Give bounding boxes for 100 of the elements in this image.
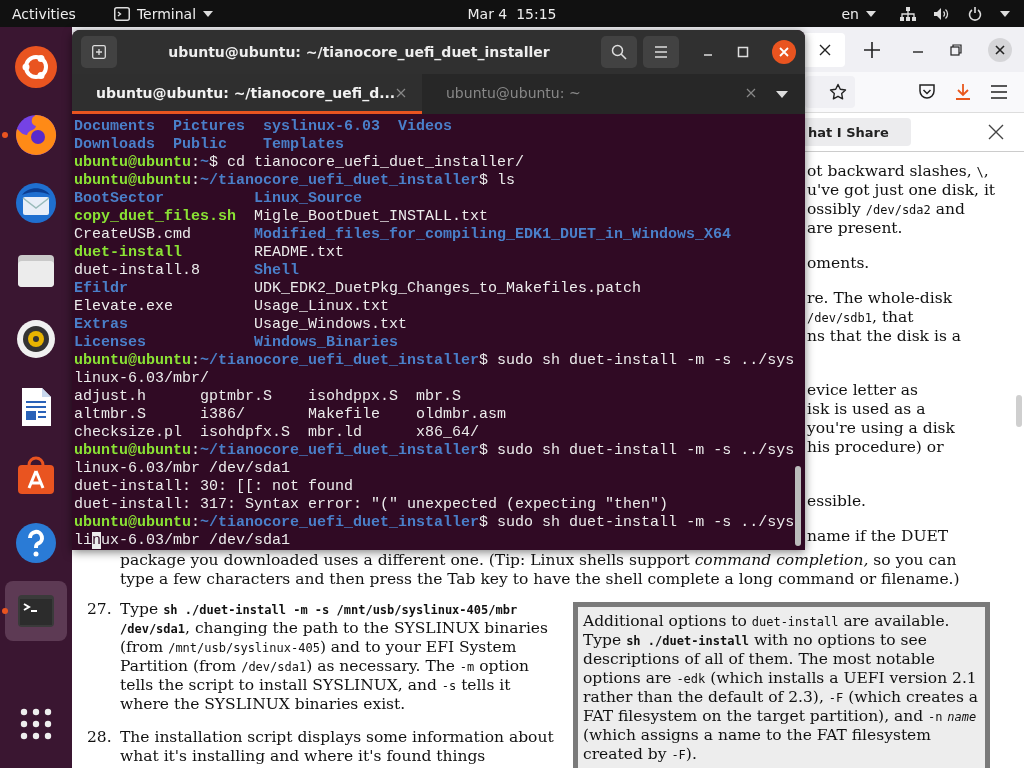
file-name: Licenses — [74, 334, 146, 351]
app-menu[interactable]: Terminal — [107, 5, 220, 22]
file-name: syslinux-6.03 — [263, 118, 381, 135]
file-name: Pictures — [173, 118, 246, 135]
file-name: isohdpfx.S — [200, 424, 291, 441]
file-name: i386/ — [200, 406, 246, 423]
menu-button[interactable] — [643, 36, 679, 68]
text-line: ot backward slashes, \, — [807, 162, 989, 181]
close-icon[interactable] — [819, 43, 831, 56]
clock[interactable]: Mar 4 15:15 — [467, 5, 557, 22]
share-button[interactable]: hat I Share — [805, 118, 911, 146]
star-icon[interactable] — [829, 83, 847, 101]
file-name: Windows_Binaries — [254, 334, 399, 351]
caret-icon — [866, 10, 876, 17]
file-name: duet-install — [74, 244, 183, 261]
terminal-line: ubuntu@ubuntu:~/tianocore_uefi_duet_installer$ sudo sh duet-install -m -s ../sys — [73, 514, 796, 532]
step-text: Type sh ./duet-install -m -s /mnt/usb/syslinux-405/mbr /dev/sda1, changing the path to the SYSLINUX binaries (from /mnt/usb/syslinux-405) and to your EFI System Partition (from /dev/sda1) as necessary. The -m option tells the script to install SYSLINUX, and -s tells it where the SYSLINUX binaries exist. — [120, 600, 549, 714]
file-name: altmbr.S — [74, 406, 146, 423]
terminal-line: ubuntu@ubuntu:~/tianocore_uefi_duet_installer$ sudo sh duet-install -m -s ../sys — [73, 442, 796, 460]
menu-icon — [654, 46, 668, 58]
text-line: evice letter as — [807, 381, 918, 400]
restore-icon[interactable] — [950, 43, 962, 56]
text-line: package you downloaded uses a different one. (Tip: Linux shells support command completion, so you can — [120, 551, 957, 570]
search-button[interactable] — [601, 36, 637, 68]
file-name: Downloads — [74, 136, 155, 153]
plus-icon — [92, 45, 106, 59]
maximize-icon[interactable] — [737, 46, 749, 58]
file-name: isohdppx.S — [308, 388, 399, 405]
text-line: are present. — [807, 219, 903, 238]
terminal-tab[interactable]: ubuntu@ubuntu: ~ — [422, 74, 772, 114]
file-name: oldmbr.asm — [416, 406, 507, 423]
scrollbar-thumb[interactable] — [1016, 395, 1022, 427]
file-name: Shell — [254, 262, 300, 279]
file-name: duet-install.8 — [74, 262, 201, 279]
text-line: type a few characters and then press the Tab key to have the shell complete a long command or filename.) — [120, 570, 960, 589]
new-tab-button[interactable] — [81, 36, 117, 68]
address-bar[interactable] — [805, 76, 855, 108]
file-name: Modified_files_for_compiling_EDK1_DUET_in_Windows_X64 — [254, 226, 732, 243]
step-number: 28. — [87, 728, 113, 748]
file-name: Templates — [263, 136, 345, 153]
file-name: mbr.ld — [308, 424, 363, 441]
file-name: Videos — [398, 118, 453, 135]
text-line: you're using a disk — [807, 419, 955, 438]
terminal-line: ubuntu@ubuntu:~/tianocore_uefi_duet_installer$ sudo sh duet-install -m -s ../sys — [73, 352, 796, 370]
download-icon[interactable] — [954, 83, 972, 101]
caret-icon[interactable] — [1000, 10, 1010, 17]
file-name: Linux_Source — [254, 190, 363, 207]
text-line: isk is used as a — [807, 400, 926, 419]
terminal-line: linux-6.03/mbr/ — [73, 370, 211, 388]
terminal-line: ubuntu@ubuntu:~/tianocore_uefi_duet_installer$ ls — [73, 172, 517, 190]
text-line: oments. — [807, 254, 870, 273]
file-name: CreateUSB.cmd — [74, 226, 192, 243]
caret-icon — [203, 10, 214, 17]
file-name: BootSector — [74, 190, 164, 207]
plus-icon[interactable] — [864, 41, 880, 58]
close-icon[interactable] — [988, 124, 1004, 140]
terminal-line: duet-install: 317: Syntax error: "(" unexpected (expecting "then") — [73, 496, 670, 514]
close-icon[interactable] — [772, 40, 796, 64]
file-name: Makefile — [308, 406, 381, 423]
file-name: mbr.S — [416, 388, 462, 405]
file-name: adjust.h — [74, 388, 146, 405]
step-text: The installation script displays some information about what it's installing and where it's found things — [120, 728, 555, 766]
close-icon[interactable] — [988, 37, 1012, 62]
terminal-line: ubuntu@ubuntu:~$ cd tianocore_uefi_duet_installer/ — [73, 154, 526, 172]
step-number: 27. — [87, 600, 113, 620]
file-name: UDK_EDK2_DuetPkg_Changes_to_Makefiles.patch — [254, 280, 642, 297]
file-name: copy_duet_files.sh — [74, 208, 237, 225]
volume-icon[interactable] — [934, 6, 950, 21]
text-line: u've got just one disk, it — [807, 181, 996, 200]
text-line: /dev/sdb1, that — [807, 308, 914, 327]
file-name: README.txt — [254, 244, 345, 261]
note-text: Additional options to duet-install are available. Type sh ./duet-install with no options to see descriptions of all of them. The most notable options are -edk (which installs a UEFI version 2.1 rather than the default of 2.3), -F (which creates a FAT filesystem on the target partition), and -n name (which assigns a name to the FAT filesystem created by -F). — [583, 612, 980, 764]
terminal-line: linux-6.03/mbr /dev/sda1 — [73, 460, 292, 478]
window-title: ubuntu@ubuntu: ~/tianocore_uefi_duet_installer — [167, 44, 551, 60]
file-name: Extras — [74, 316, 128, 333]
terminal-icon — [113, 6, 130, 21]
keyboard-layout-menu[interactable]: en — [835, 5, 882, 22]
pocket-icon[interactable] — [918, 84, 936, 100]
file-name: Usage_Linux.txt — [254, 298, 390, 315]
file-name: checksize.pl — [74, 424, 183, 441]
power-icon[interactable] — [968, 6, 982, 21]
text-line: ns that the disk is a — [807, 327, 962, 346]
file-name: x86_64/ — [416, 424, 480, 441]
scrollbar-thumb[interactable] — [795, 466, 801, 546]
activities-button[interactable]: Activities — [12, 5, 76, 22]
network-icon[interactable] — [900, 6, 916, 21]
file-name: Documents — [74, 118, 155, 135]
caret-icon[interactable] — [776, 90, 788, 98]
menu-icon[interactable] — [990, 85, 1008, 99]
text-line: essible. — [807, 492, 867, 511]
file-name: Usage_Windows.txt — [254, 316, 408, 333]
terminal-tab[interactable]: ubuntu@ubuntu: ~/tianocore_uefi_d... — [72, 74, 422, 114]
search-icon — [611, 44, 627, 60]
text-line: re. The whole-disk — [807, 289, 953, 308]
file-name: Public — [173, 136, 228, 153]
text-line: his procedure) or — [807, 438, 944, 457]
text-line: name if the DUET — [807, 527, 949, 546]
terminal-line: duet-install: 30: [[: not found — [73, 478, 355, 496]
file-name: Migle_BootDuet_INSTALL.txt — [254, 208, 489, 225]
file-name: Elevate.exe — [74, 298, 174, 315]
